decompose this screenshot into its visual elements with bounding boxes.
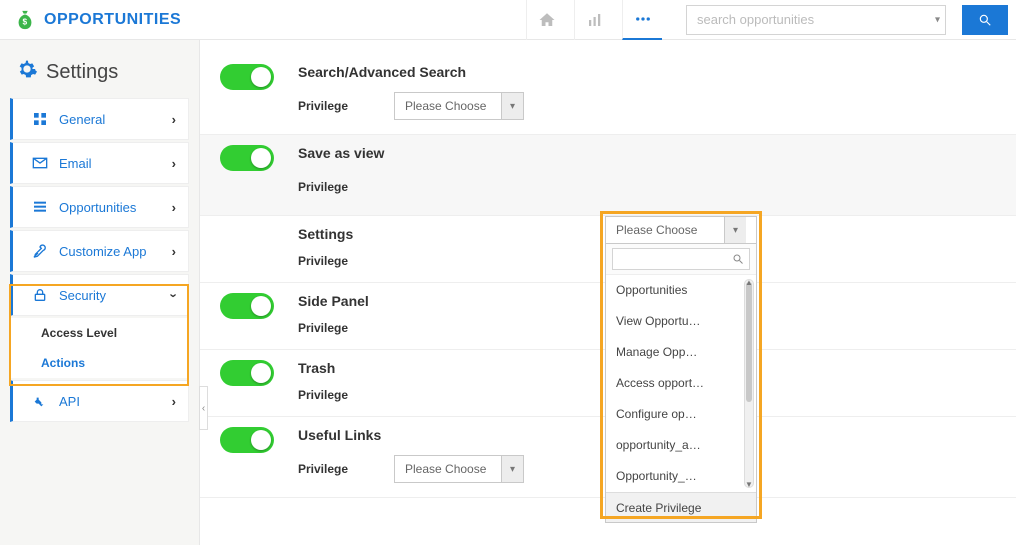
search-button[interactable] [962,5,1008,35]
scroll-down-icon: ▼ [745,480,753,489]
search-input[interactable] [686,5,946,35]
sidebar-item-general[interactable]: General › [10,98,189,140]
privilege-label: Privilege [298,388,368,402]
sidebar-item-opportunities[interactable]: Opportunities › [10,186,189,228]
money-bag-icon: $ [14,9,36,31]
layout: Settings General › Email › Opportunities… [0,40,1016,545]
chevron-down-icon: › [166,293,181,297]
section-save-view: Save as view Privilege [200,135,1016,216]
search-icon [732,253,744,265]
tools-icon [29,243,51,259]
plug-icon [29,393,51,409]
home-icon[interactable] [526,0,566,40]
privilege-select-useful[interactable]: Please Choose ▾ [394,455,524,483]
chevron-right-icon: › [172,200,176,215]
lock-icon [29,287,51,303]
privilege-label: Privilege [298,321,368,335]
dropdown-list: Opportunities View Opportu… Manage Opp… … [606,275,756,492]
toggle-search[interactable] [220,64,274,90]
security-submenu: Access Level Actions [10,318,189,378]
brand-title: OPPORTUNITIES [44,11,181,29]
chevron-right-icon: › [172,156,176,171]
dropdown-option[interactable]: Manage Opp… [606,337,742,368]
privilege-label: Privilege [298,99,368,113]
stats-icon[interactable] [574,0,614,40]
dropdown-option[interactable]: Configure op… [606,399,742,430]
sidebar-item-label: Opportunities [59,200,136,215]
submenu-actions[interactable]: Actions [13,348,189,378]
grid-icon [29,111,51,127]
settings-title: Settings [0,58,199,98]
dropdown-search-input[interactable] [612,248,750,270]
create-privilege[interactable]: Create Privilege [606,492,756,522]
select-value: Please Choose [395,456,501,482]
sidebar-item-label: General [59,112,105,127]
sidebar-item-customize[interactable]: Customize App › [10,230,189,272]
privilege-label: Privilege [298,180,368,194]
section-title: Save as view [298,145,996,161]
privilege-dropdown: Please Choose ▾ Opportunities View Oppor… [605,216,757,523]
dropdown-option[interactable]: Access opport… [606,368,742,399]
select-value: Please Choose [606,217,724,243]
toggle-save-view[interactable] [220,145,274,171]
toggle-trash[interactable] [220,360,274,386]
chevron-right-icon: › [172,244,176,259]
sidebar-item-api[interactable]: API › [10,380,189,422]
settings-title-text: Settings [46,61,118,84]
dropdown-option[interactable]: Opportunity_… [606,461,742,492]
sidebar-item-label: Email [59,156,92,171]
dropdown-option[interactable]: View Opportu… [606,306,742,337]
sidebar-item-label: API [59,394,80,409]
collapse-handle[interactable]: ‹ [199,386,208,430]
dropdown-search [606,244,756,275]
sidebar-item-email[interactable]: Email › [10,142,189,184]
section-title: Search/Advanced Search [298,64,996,80]
sidebar: Settings General › Email › Opportunities… [0,40,200,545]
sidebar-item-label: Customize App [59,244,146,259]
submenu-access-level[interactable]: Access Level [13,318,189,348]
brand: $ OPPORTUNITIES [14,9,181,31]
more-icon[interactable] [622,0,662,40]
chevron-down-icon: ▾ [724,217,746,243]
search-wrap: ▾ [686,5,946,35]
scroll-up-icon: ▲ [745,278,753,287]
privilege-select-save-view[interactable]: Please Choose ▾ [605,216,757,244]
chevron-down-icon: ▾ [501,456,523,482]
toggle-useful-links[interactable] [220,427,274,453]
privilege-select-search[interactable]: Please Choose ▾ [394,92,524,120]
chevron-down-icon: ▾ [501,93,523,119]
chevron-right-icon: › [172,394,176,409]
dropdown-option[interactable]: Opportunities [606,275,742,306]
list-icon [29,199,51,215]
sidebar-item-label: Security [59,288,106,303]
scrollbar[interactable]: ▲ ▼ [744,279,754,488]
svg-text:$: $ [22,17,27,26]
dropdown-option[interactable]: opportunity_a… [606,430,742,461]
gear-icon [16,58,38,86]
toggle-side-panel[interactable] [220,293,274,319]
chevron-right-icon: › [172,112,176,127]
privilege-label: Privilege [298,254,368,268]
section-search: Search/Advanced Search Privilege Please … [200,54,1016,135]
select-value: Please Choose [395,93,501,119]
mail-icon [29,155,51,171]
dropdown-panel: Opportunities View Opportu… Manage Opp… … [605,244,757,523]
privilege-label: Privilege [298,462,368,476]
top-bar: $ OPPORTUNITIES ▾ [0,0,1016,40]
sidebar-item-security[interactable]: Security › [10,274,189,316]
